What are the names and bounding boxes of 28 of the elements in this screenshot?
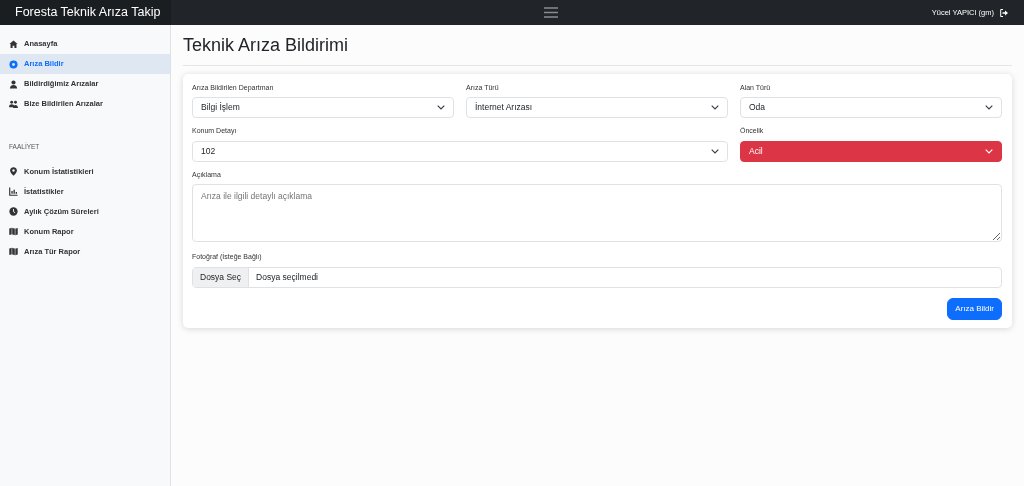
file-input[interactable]: Dosya Seç Dosya seçilmedi: [192, 266, 1002, 288]
select-field[interactable]: Oda: [739, 97, 1002, 119]
people-icon: [9, 99, 18, 109]
map-icon: [9, 227, 18, 237]
clock-icon: [9, 207, 18, 217]
menu-icon[interactable]: [544, 7, 559, 18]
chevron-icon: [711, 148, 719, 154]
select-field[interactable]: İnternet Arızası: [466, 97, 728, 119]
select-field[interactable]: 102: [192, 140, 728, 162]
description-field[interactable]: Arıza ile ilgili detaylı açıklama: [192, 184, 1002, 243]
select-field[interactable]: Bilgi İşlem: [192, 97, 454, 119]
logout-icon[interactable]: [1000, 8, 1008, 17]
app-title[interactable]: Foresta Teknik Arıza Takip: [0, 0, 171, 25]
submit-button[interactable]: Arıza Bildir: [947, 297, 1002, 320]
choose-file-button[interactable]: Dosya Seç: [193, 267, 250, 287]
page-title: Teknik Arıza Bildirimi: [183, 35, 1012, 66]
home-icon: [9, 39, 18, 49]
select-field[interactable]: Acil: [740, 140, 1002, 162]
map-icon: [9, 247, 18, 257]
file-status: Dosya seçilmedi: [255, 270, 319, 284]
person-icon: [9, 79, 18, 89]
chevron-icon: [984, 148, 993, 154]
chevron-icon: [984, 105, 993, 111]
chart-icon: [9, 187, 18, 197]
circle-icon: [9, 59, 18, 69]
chevron-icon: [437, 105, 445, 111]
location-pin-icon: [9, 167, 18, 177]
chevron-icon: [710, 105, 719, 111]
